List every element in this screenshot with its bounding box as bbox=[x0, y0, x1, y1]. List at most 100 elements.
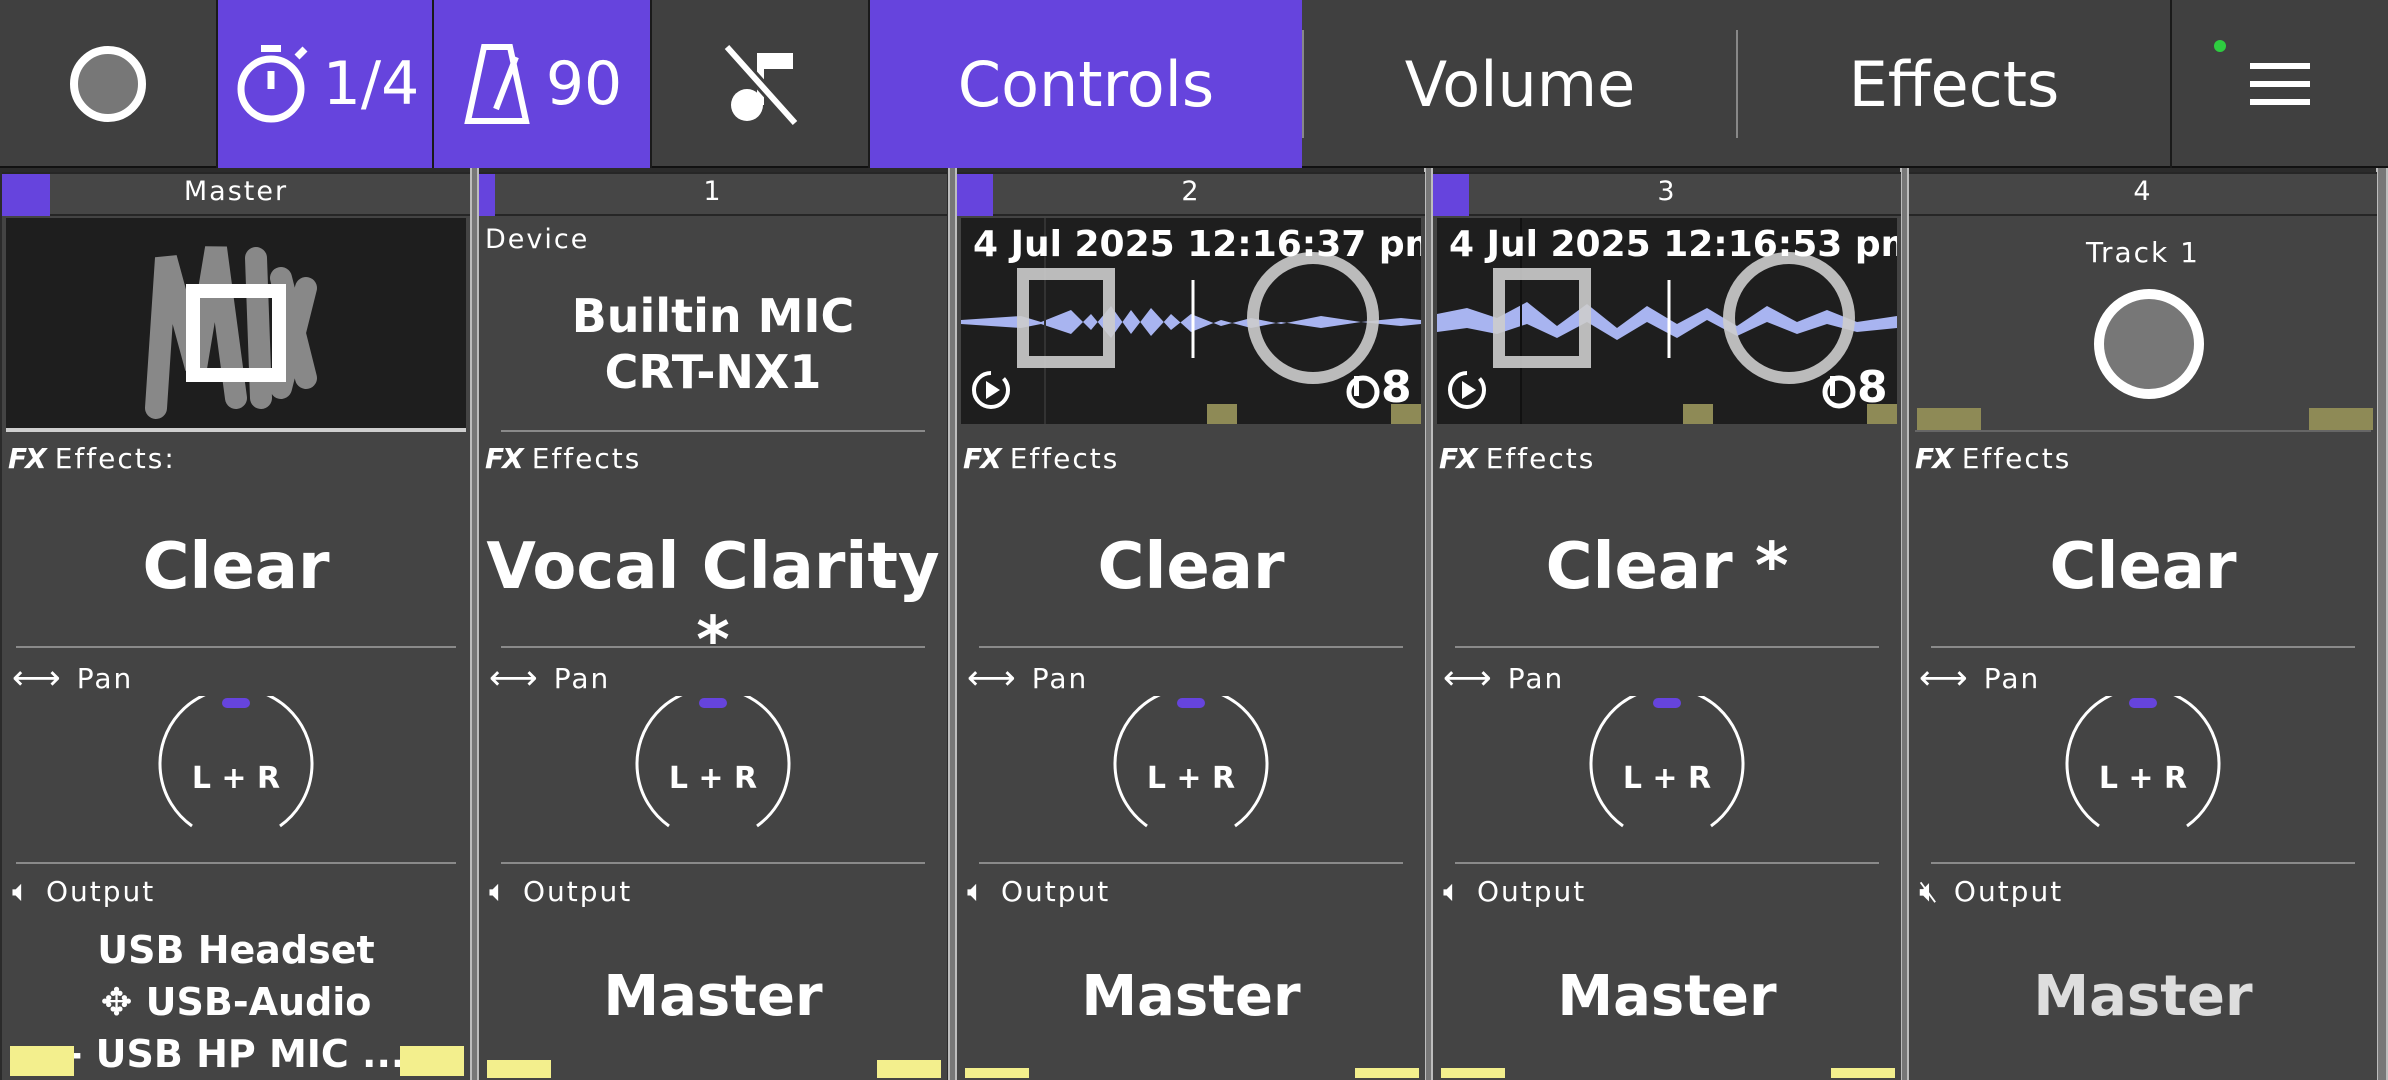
pan-label: ⟷ Pan bbox=[967, 658, 1089, 698]
tab-volume[interactable]: Volume bbox=[1304, 0, 1736, 168]
track-record-button[interactable] bbox=[2089, 284, 2209, 404]
beat-count: 8 bbox=[1857, 362, 1888, 413]
svg-text:L + R: L + R bbox=[192, 761, 280, 796]
effects-label: FX Effects bbox=[485, 442, 642, 475]
record-button[interactable] bbox=[0, 0, 218, 168]
effects-label: FX Effects bbox=[963, 442, 1120, 475]
pan-knob[interactable]: L + R bbox=[1587, 696, 1747, 836]
output-label: 🔈︎ Output bbox=[1443, 874, 1587, 909]
arrows-horizontal-icon: ⟷ bbox=[1443, 658, 1494, 698]
master-record-button[interactable] bbox=[6, 218, 466, 432]
channel-strip-4: 4 Track 1 FX Effects Clear ⟷ Pan L + R 🔇… bbox=[1909, 172, 2377, 1080]
strip-header[interactable]: Master bbox=[2, 172, 470, 216]
metronome-sound-toggle[interactable] bbox=[652, 0, 870, 168]
output-target[interactable]: Master bbox=[1909, 964, 2377, 1029]
status-dot bbox=[2214, 40, 2226, 52]
output-target[interactable]: Master bbox=[957, 964, 1425, 1029]
pan-knob[interactable]: L + R bbox=[1111, 696, 1271, 836]
beats-icon bbox=[1346, 375, 1380, 409]
effects-label: FX Effects: bbox=[8, 442, 176, 475]
svg-text:L + R: L + R bbox=[1623, 761, 1711, 796]
fx-icon: FX bbox=[485, 442, 524, 475]
output-label: 🔈︎ Output bbox=[489, 874, 633, 909]
arrows-horizontal-icon: ⟷ bbox=[967, 658, 1018, 698]
fx-icon: FX bbox=[8, 442, 47, 475]
input-device[interactable]: Builtin MIC CRT-NX1 bbox=[479, 288, 947, 400]
effect-preset[interactable]: Vocal Clarity * bbox=[479, 530, 947, 678]
record-icon bbox=[70, 46, 146, 122]
pan-knob[interactable]: L + R bbox=[156, 696, 316, 836]
level-meter-right bbox=[1355, 1068, 1419, 1078]
pan-label: ⟷ Pan bbox=[1919, 658, 2041, 698]
speaker-icon: 🔈︎ bbox=[12, 874, 32, 909]
effects-label: FX Effects bbox=[1439, 442, 1596, 475]
top-toolbar: 1/4 90 Controls Volume Effects bbox=[0, 0, 2388, 168]
effect-preset[interactable]: Clear bbox=[2, 530, 470, 604]
speaker-muted-icon: 🔇︎ bbox=[1919, 874, 1940, 909]
level-meter-right bbox=[2309, 408, 2373, 430]
pan-label: ⟷ Pan bbox=[12, 658, 134, 698]
level-meter-right bbox=[1831, 1068, 1895, 1078]
hamburger-menu-icon bbox=[2250, 63, 2310, 105]
effects-label: FX Effects bbox=[1915, 442, 2072, 475]
pan-knob[interactable]: L + R bbox=[2063, 696, 2223, 836]
speaker-icon: 🔈︎ bbox=[1443, 874, 1463, 909]
timer-value: 1/4 bbox=[322, 49, 420, 119]
strip-header[interactable]: 1 bbox=[479, 172, 947, 216]
effect-preset[interactable]: Clear bbox=[1909, 530, 2377, 604]
recording-timestamp: 4 Jul 2025 12:16:53 pm bbox=[1449, 224, 1897, 265]
metronome-icon bbox=[464, 44, 530, 124]
output-target[interactable]: Master bbox=[479, 964, 947, 1029]
speaker-icon: 🔈︎ bbox=[967, 874, 987, 909]
metronome-button[interactable]: 90 bbox=[434, 0, 652, 168]
beats-icon bbox=[1822, 375, 1856, 409]
svg-text:L + R: L + R bbox=[1147, 761, 1235, 796]
arrows-horizontal-icon: ⟷ bbox=[12, 658, 63, 698]
fx-icon: FX bbox=[1915, 442, 1954, 475]
beat-count: 8 bbox=[1381, 362, 1412, 413]
effect-preset[interactable]: Clear bbox=[957, 530, 1425, 604]
level-meter-left bbox=[965, 1068, 1029, 1078]
svg-text:L + R: L + R bbox=[669, 761, 757, 796]
channel-strip-master: Master FX Effects: Clear ⟷ Pan L + R 🔈︎ … bbox=[2, 172, 470, 1080]
count-in-timer-button[interactable]: 1/4 bbox=[218, 0, 434, 168]
level-meter-left bbox=[487, 1060, 551, 1078]
speaker-icon: 🔈︎ bbox=[489, 874, 509, 909]
channel-strip-3: 3 4 Jul 2025 12:16:53 pm 8 FX Effects Cl… bbox=[1433, 172, 1901, 1080]
output-label: 🔈︎ Output bbox=[967, 874, 1111, 909]
track-label: Track 1 bbox=[2086, 236, 2200, 269]
mix-logo-icon bbox=[145, 246, 317, 419]
menu-button[interactable] bbox=[2172, 0, 2388, 168]
fx-icon: FX bbox=[963, 442, 1002, 475]
loop-play-icon[interactable] bbox=[1445, 368, 1489, 412]
fx-icon: FX bbox=[1439, 442, 1478, 475]
level-meter-left bbox=[1917, 408, 1981, 430]
channel-strip-2: 2 4 Jul 2025 12:16:37 pm 8 FX Effects Cl… bbox=[957, 172, 1425, 1080]
channel-strip-1: 1 Device Builtin MIC CRT-NX1 FX Effects … bbox=[479, 172, 947, 1080]
music-note-off-icon bbox=[722, 42, 800, 128]
tempo-value: 90 bbox=[545, 49, 623, 119]
tab-controls[interactable]: Controls bbox=[870, 0, 1302, 168]
arrows-horizontal-icon: ⟷ bbox=[489, 658, 540, 698]
output-label: 🔈︎ Output bbox=[12, 874, 156, 909]
tab-effects[interactable]: Effects bbox=[1738, 0, 2172, 168]
level-meter-left bbox=[10, 1046, 74, 1076]
level-meter-right bbox=[400, 1046, 464, 1076]
arrows-horizontal-icon: ⟷ bbox=[1919, 658, 1970, 698]
level-meter-left bbox=[1441, 1068, 1505, 1078]
level-meter-right bbox=[877, 1060, 941, 1078]
effect-preset[interactable]: Clear * bbox=[1433, 530, 1901, 604]
recording-waveform[interactable]: 4 Jul 2025 12:16:37 pm 8 bbox=[961, 218, 1421, 424]
stopwatch-icon bbox=[237, 45, 308, 123]
device-label: Device bbox=[485, 224, 590, 255]
recording-waveform[interactable]: 4 Jul 2025 12:16:53 pm 8 bbox=[1437, 218, 1897, 424]
strip-header[interactable]: 2 bbox=[957, 172, 1425, 216]
loop-play-icon[interactable] bbox=[969, 368, 1013, 412]
pan-knob[interactable]: L + R bbox=[633, 696, 793, 836]
output-label: 🔇︎ Output bbox=[1919, 874, 2064, 909]
svg-text:L + R: L + R bbox=[2099, 761, 2187, 796]
strip-header[interactable]: 3 bbox=[1433, 172, 1901, 216]
output-target[interactable]: Master bbox=[1433, 964, 1901, 1029]
strip-header[interactable]: 4 bbox=[1909, 172, 2377, 216]
pan-label: ⟷ Pan bbox=[1443, 658, 1565, 698]
